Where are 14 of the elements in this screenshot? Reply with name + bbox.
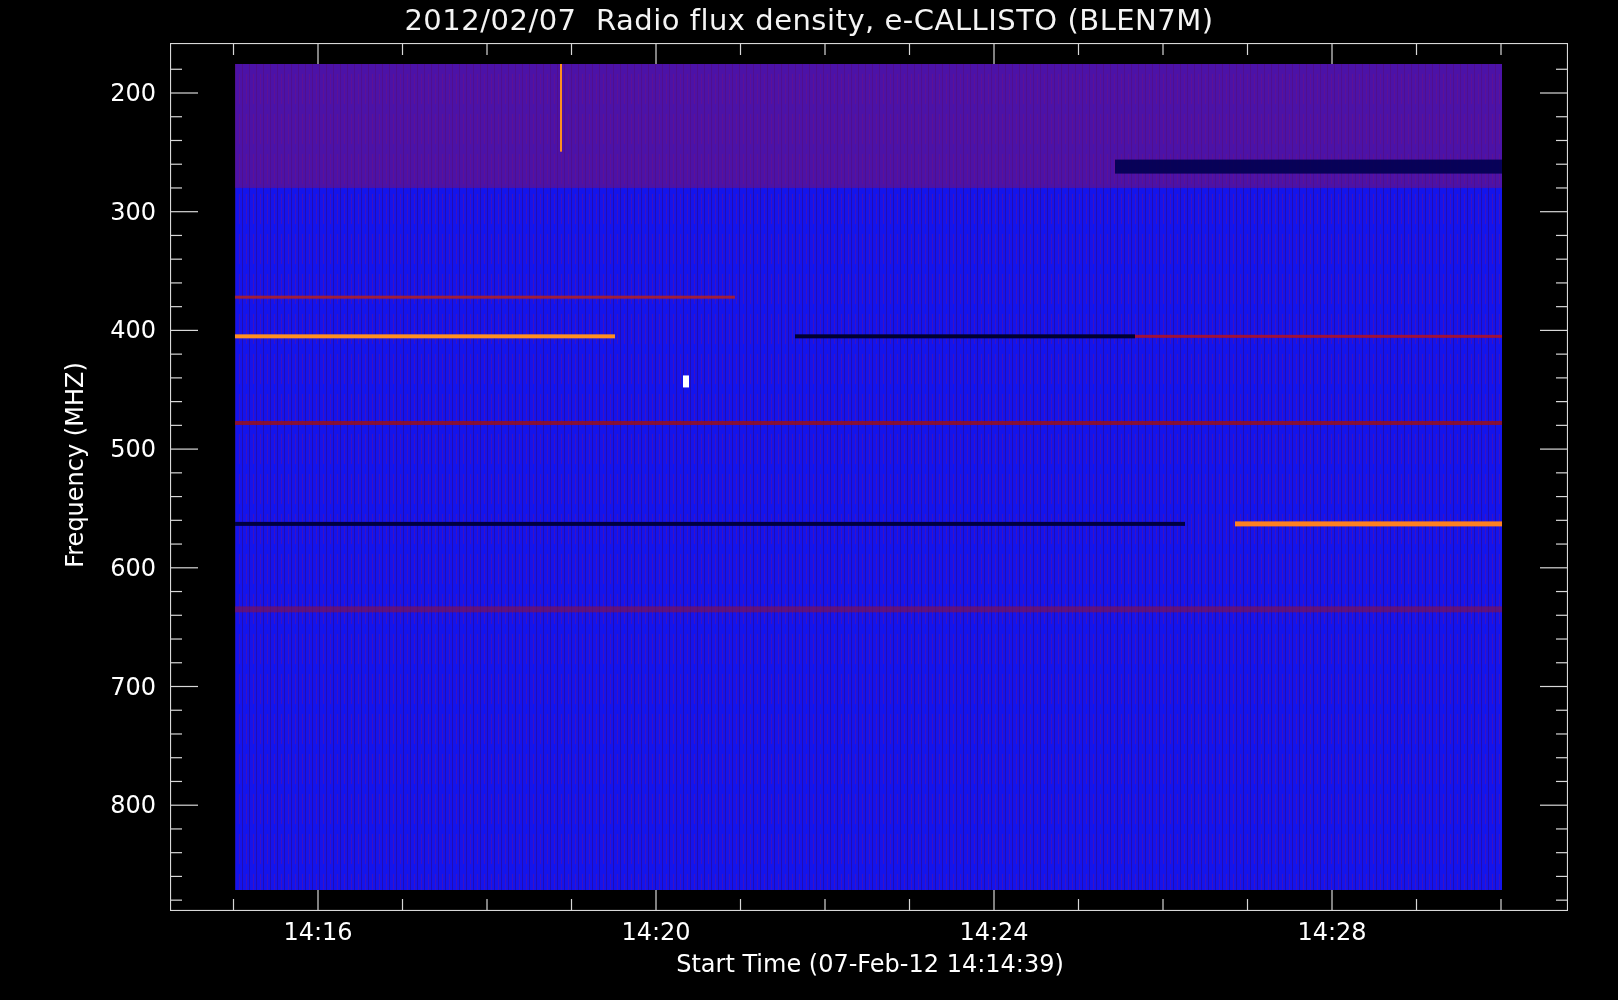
x-tick-label: 14:16 — [283, 918, 353, 946]
x-tick-label: 14:20 — [621, 918, 691, 946]
y-tick-label: 600 — [110, 553, 156, 582]
x-axis-label: Start Time (07-Feb-12 14:14:39) — [676, 950, 1064, 978]
y-axis-label: Frequency (MHZ) — [61, 362, 89, 568]
y-tick-label: 800 — [110, 791, 156, 820]
y-tick-label: 500 — [110, 435, 156, 464]
y-tick-label: 200 — [110, 79, 156, 107]
x-tick-label: 14:24 — [959, 918, 1029, 946]
y-tick-label: 400 — [110, 316, 156, 345]
x-tick-label: 14:28 — [1297, 918, 1367, 946]
chart-title: 2012/02/07 Radio flux density, e-CALLISTO (BLEN7M) — [404, 6, 1214, 35]
y-tick-label: 700 — [110, 672, 156, 701]
y-tick-label: 300 — [110, 197, 156, 226]
